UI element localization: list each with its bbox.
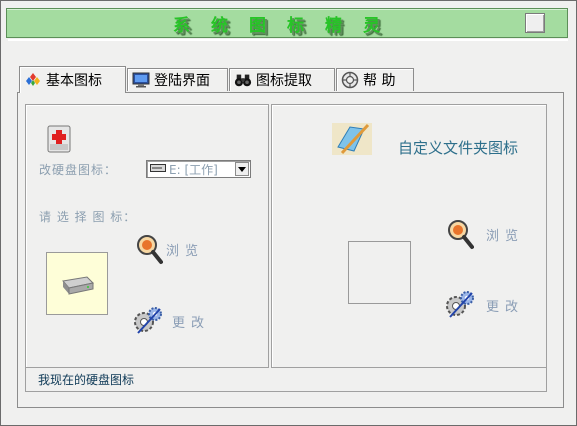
- lifebuoy-help-icon: [341, 71, 359, 89]
- custom-folder-title: 自定义文件夹图标: [398, 139, 519, 157]
- title-divider: [8, 39, 568, 41]
- tab-login-screen[interactable]: 登陆界面: [127, 68, 228, 91]
- tab-label: 图标提取: [256, 73, 312, 89]
- drive-select-value: E: [工作]: [169, 162, 218, 177]
- tab-help[interactable]: 帮 助: [336, 68, 414, 91]
- monitor-icon: [132, 71, 150, 89]
- folder-icon-preview: [348, 241, 411, 304]
- change-button[interactable]: [133, 305, 163, 341]
- drive-icon: [150, 162, 166, 176]
- current-disk-icon-preview: [46, 252, 108, 315]
- binoculars-icon: [234, 71, 252, 89]
- magnifier-icon: [137, 235, 163, 264]
- browse-label[interactable]: 浏览: [166, 240, 204, 259]
- magnifier-icon: [448, 220, 474, 249]
- title-bar: 系统图标精灵: [6, 8, 568, 38]
- drive-select[interactable]: E: [工作]: [146, 160, 251, 178]
- status-text: 我现在的硬盘图标: [38, 373, 135, 387]
- tab-label: 登陆界面: [154, 73, 210, 89]
- tab-label: 帮 助: [363, 73, 396, 89]
- change-disk-icon-label: 改硬盘图标：: [39, 163, 118, 177]
- chevron-down-icon[interactable]: [235, 162, 249, 176]
- change-label-right[interactable]: 更改: [486, 296, 524, 315]
- change-label[interactable]: 更改: [172, 312, 210, 331]
- browse-label-right[interactable]: 浏览: [486, 225, 524, 244]
- gears-icon: [134, 307, 162, 334]
- tab-icon-extract[interactable]: 图标提取: [229, 68, 335, 91]
- window-title: 系统图标精灵: [173, 16, 401, 36]
- change-button-right[interactable]: [445, 289, 475, 325]
- browse-button-right[interactable]: [446, 218, 474, 254]
- tab-basic-icons[interactable]: 基本图标: [19, 66, 126, 93]
- first-aid-disk-icon: [46, 124, 72, 158]
- custom-folder-icon: [332, 121, 374, 161]
- diamond-cards-icon: [24, 71, 42, 89]
- tab-label: 基本图标: [46, 73, 102, 89]
- choose-icon-label: 请 选 择 图 标：: [39, 210, 137, 224]
- browse-button[interactable]: [135, 233, 163, 269]
- gears-icon: [446, 291, 474, 318]
- close-button[interactable]: [525, 13, 545, 33]
- hard-disk-icon: [62, 276, 95, 295]
